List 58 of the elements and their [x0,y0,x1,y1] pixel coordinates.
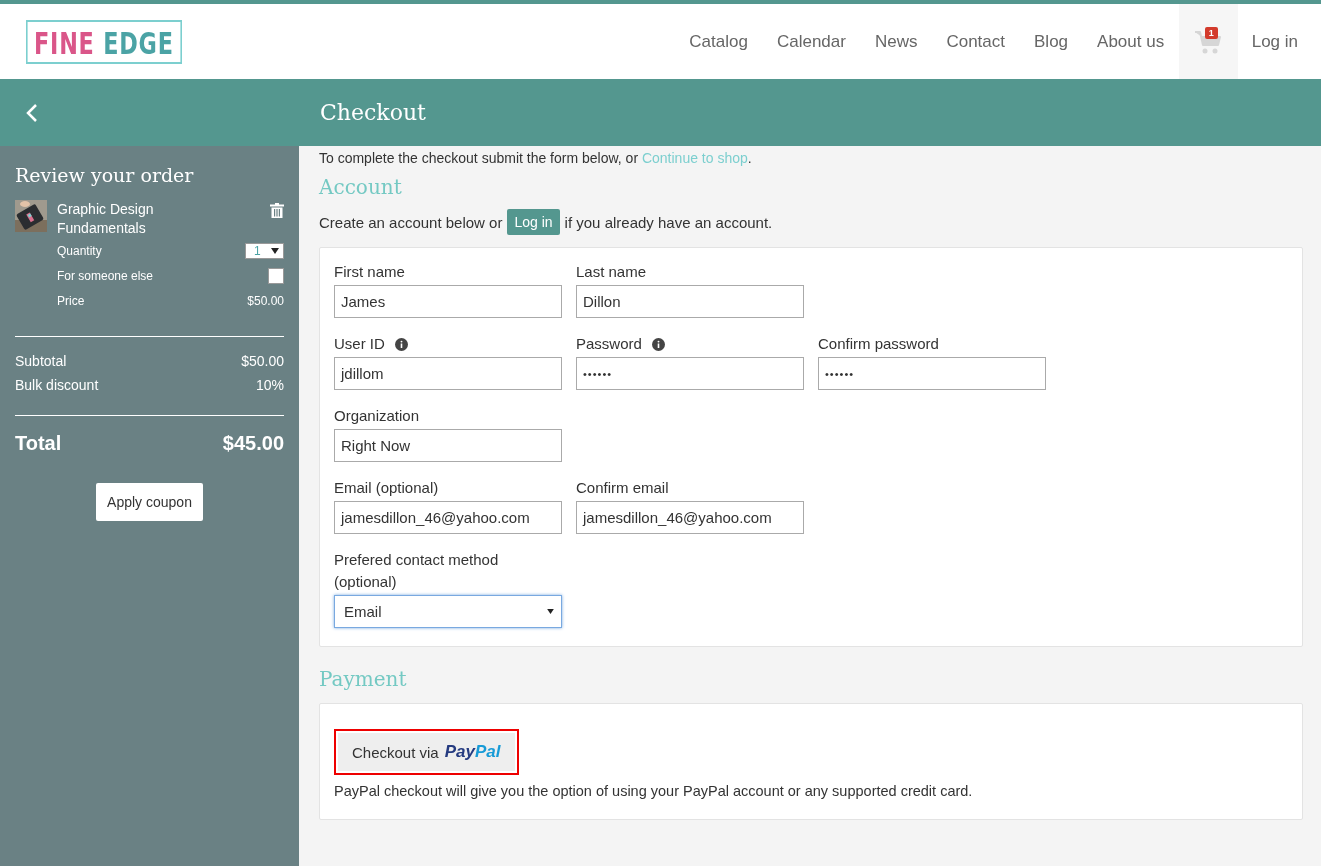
checkbox[interactable] [268,267,284,284]
login-link[interactable]: Log in [1237,31,1321,52]
payment-note: PayPal checkout will give you the option of using your PayPal account or any supported credit card. [334,783,974,799]
someone-else-label: For someone else [57,268,154,283]
field-label: Last name [576,262,647,282]
total-label: Total [15,432,62,455]
info-icon[interactable] [651,337,665,351]
nav-link[interactable]: Catalog [674,31,763,52]
back-icon[interactable] [26,102,38,123]
field-label: Password [576,334,642,354]
field-label: Prefered contact method (optional) [334,550,500,592]
password-field[interactable]: •••••• [818,357,1046,390]
quantity-label: Quantity [57,243,102,258]
account-text: if you already have an account. [564,213,773,231]
input-field[interactable]: James [334,285,562,318]
apply-coupon-button[interactable]: Apply coupon [96,483,203,521]
caret-icon [271,247,279,254]
input-field[interactable]: jamesdillon_46@yahoo.com [334,501,562,534]
subtotal-value: $50.00 [241,353,284,371]
field-label: User ID [334,334,385,354]
input-field[interactable]: Dillon [576,285,804,318]
nav-link[interactable]: Contact [931,31,1020,52]
price-label: Price [57,293,85,308]
section-heading: Payment [319,667,408,691]
total-value: $45.00 [222,432,284,455]
discount-value: 10% [255,377,284,395]
discount-label: Bulk discount [15,377,99,395]
page-title: Checkout [320,100,426,125]
paypal-checkout-button[interactable]: Checkout via PayPal [338,733,515,771]
input-field[interactable]: jamesdillon_46@yahoo.com [576,501,804,534]
password-field[interactable]: •••••• [576,357,804,390]
subtotal-label: Subtotal [15,353,67,371]
section-heading: Account [319,175,403,199]
input-field[interactable]: Right Now [334,429,562,462]
nav-link[interactable]: News [860,31,932,52]
field-label: First name [334,262,405,282]
input-field[interactable]: jdillom [334,357,562,390]
intro-text: To complete the checkout submit the form below, or Continue to shop. [319,150,753,167]
info-icon[interactable] [394,337,408,351]
cart-button[interactable]: 1 [1178,4,1238,79]
account-text: Create an account below or [319,213,503,231]
select-field[interactable]: Email [334,595,562,628]
logo[interactable]: FINE EDGE [26,19,182,64]
field-label: Organization [334,406,420,426]
nav-link[interactable]: Blog [1019,31,1083,52]
price-value: $50.00 [247,293,284,308]
field-label: Confirm password [818,334,939,354]
field-label: Confirm email [576,478,669,498]
sidebar-heading: Review your order [15,164,195,186]
cart-icon [1194,28,1223,55]
field-label: Email (optional) [334,478,439,498]
login-button[interactable]: Log in [507,209,560,235]
trash-icon[interactable] [270,203,284,218]
nav-link[interactable]: About us [1082,31,1179,52]
caret-icon [547,609,554,614]
cart-count-badge: 1 [1204,27,1218,39]
nav-link[interactable]: Calendar [762,31,861,52]
product-name: Graphic Design Fundamentals [57,200,155,238]
